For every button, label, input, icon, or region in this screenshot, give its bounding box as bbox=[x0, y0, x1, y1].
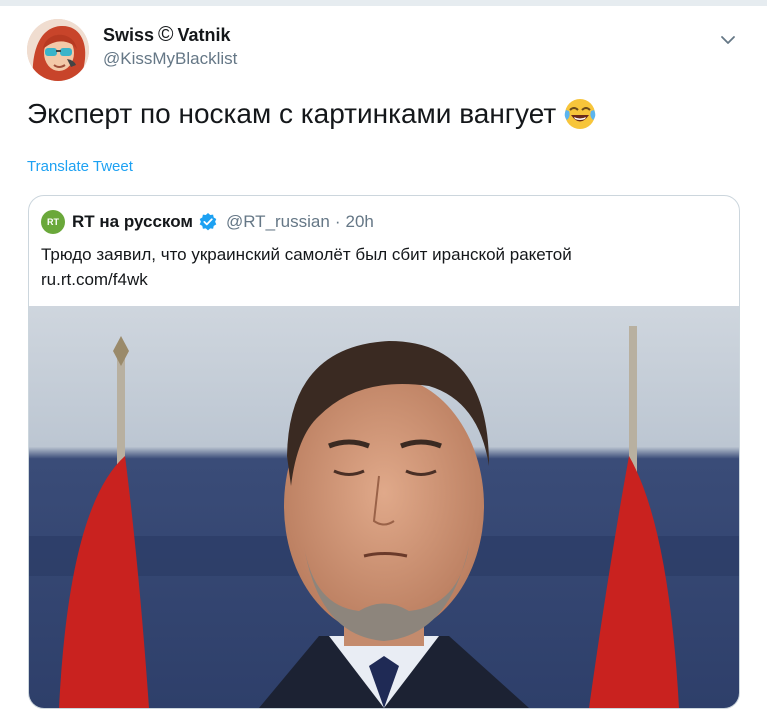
chevron-down-icon[interactable] bbox=[716, 28, 740, 52]
author-handle[interactable]: @KissMyBlacklist bbox=[103, 48, 237, 70]
quoted-text-line: Трюдо заявил, что украинский самолёт был… bbox=[41, 245, 572, 264]
face-with-tears-of-joy-icon bbox=[564, 99, 596, 129]
separator-dot: · bbox=[334, 212, 341, 231]
tweet-text-content: Эксперт по носкам с картинками вангует bbox=[27, 98, 557, 129]
translate-tweet-link[interactable]: Translate Tweet bbox=[27, 158, 133, 175]
quoted-author-handle[interactable]: @RT_russian bbox=[226, 211, 330, 233]
quoted-tweet[interactable]: RT RT на русском @RT_russian · 20h Трюдо… bbox=[28, 195, 740, 709]
copyright-symbol: © bbox=[158, 23, 174, 46]
quoted-timestamp[interactable]: 20h bbox=[346, 211, 374, 233]
quoted-link[interactable]: ru.rt.com/f4wk bbox=[41, 267, 721, 292]
press-conference-photo[interactable] bbox=[29, 306, 739, 708]
tweet-text: Эксперт по носкам с картинками вангует bbox=[27, 94, 598, 134]
display-name-last: Vatnik bbox=[177, 25, 231, 45]
quoted-tweet-text: Трюдо заявил, что украинский самолёт был… bbox=[41, 242, 721, 292]
quoted-tweet-header: RT RT на русском @RT_russian · 20h bbox=[41, 210, 374, 234]
tweet: Swiss © Vatnik @KissMyBlacklist Эксперт … bbox=[0, 6, 767, 716]
author-block[interactable]: Swiss © Vatnik @KissMyBlacklist bbox=[103, 24, 237, 70]
rt-logo: RT bbox=[41, 210, 65, 234]
display-name-first: Swiss bbox=[103, 25, 155, 45]
avatar-image bbox=[27, 19, 89, 81]
avatar[interactable] bbox=[27, 19, 89, 81]
verified-badge-icon bbox=[199, 213, 217, 231]
quoted-author-name[interactable]: RT на русском bbox=[72, 211, 193, 233]
display-name[interactable]: Swiss © Vatnik bbox=[103, 24, 237, 46]
